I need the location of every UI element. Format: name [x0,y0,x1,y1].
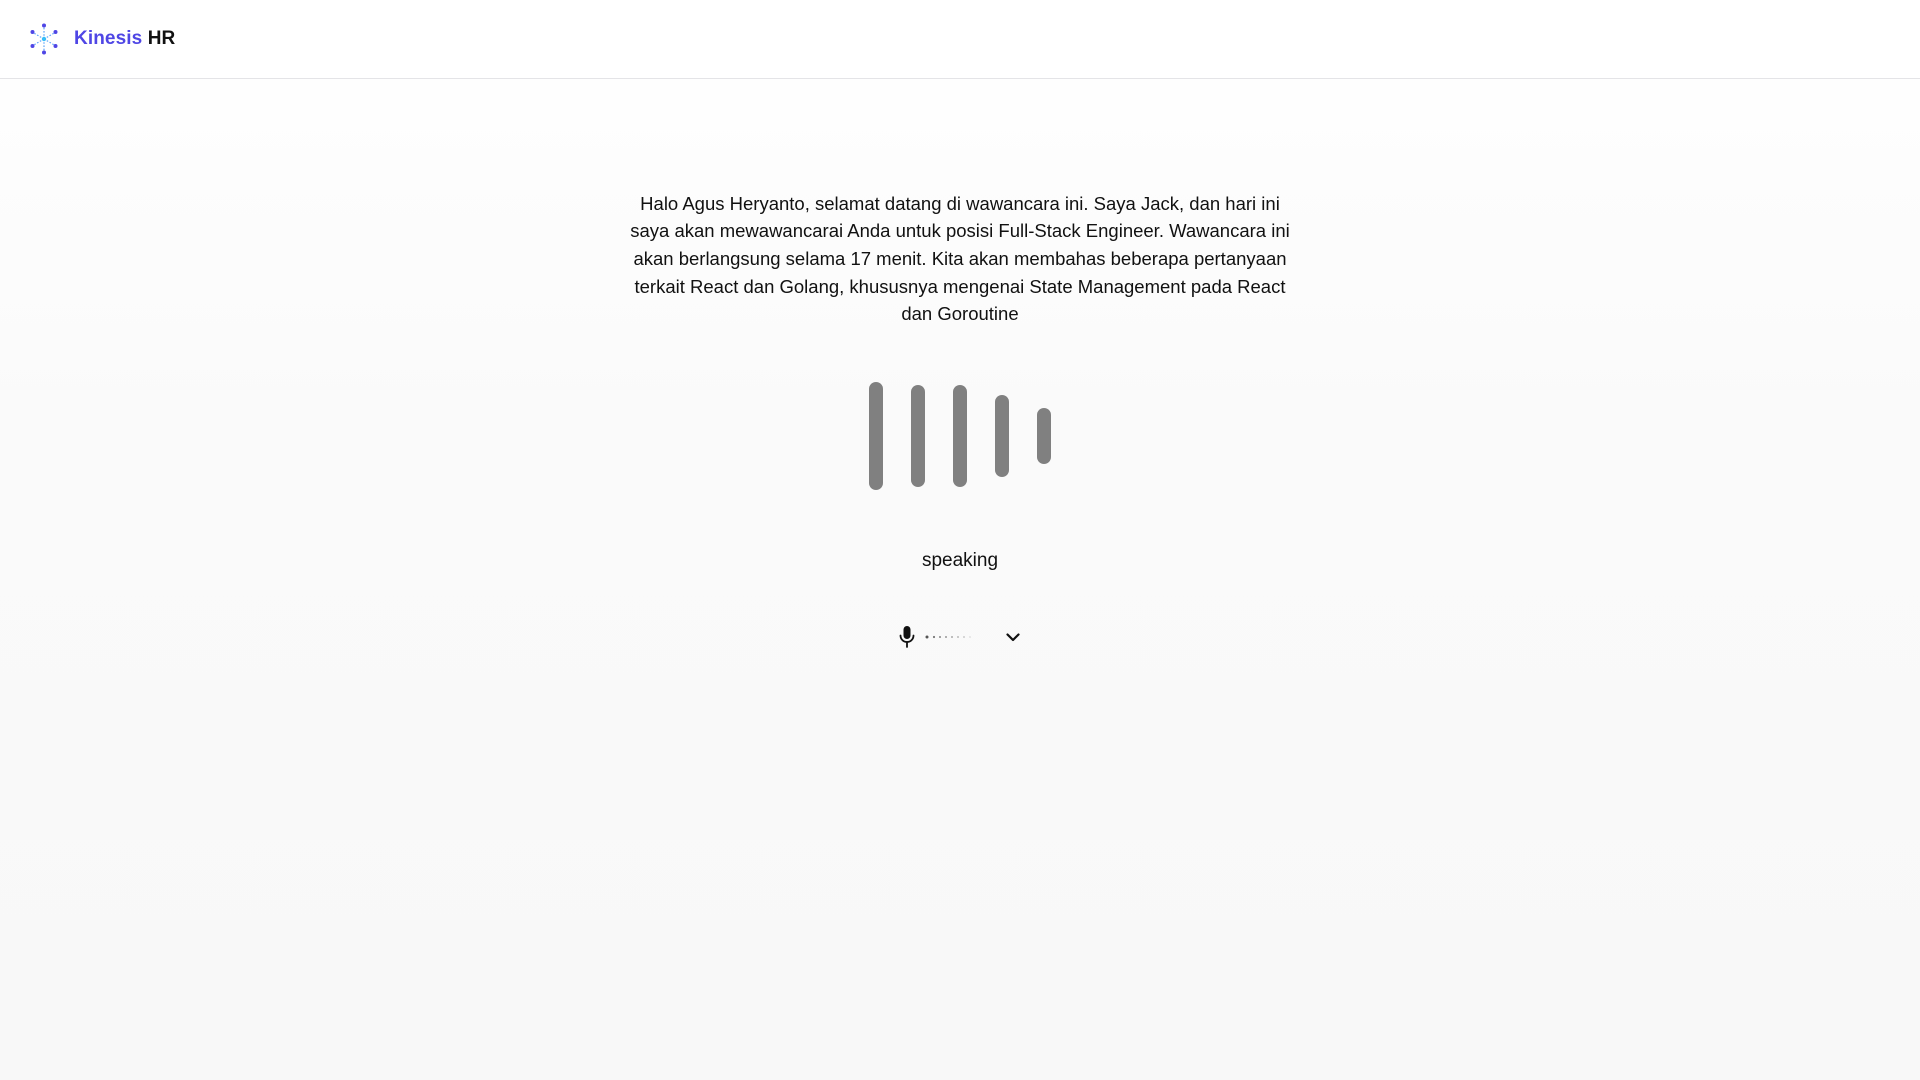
input-level-indicator [925,635,971,639]
speaking-status: speaking [921,550,999,571]
brand-logo-link[interactable]: Kinesis HR [30,23,175,55]
brand-name: Kinesis HR [74,28,175,50]
chevron-down-icon [1006,633,1020,642]
microphone-icon [899,626,915,648]
voice-bar [953,385,967,487]
voice-bar [911,385,925,487]
interviewer-transcript: Halo Agus Heryanto, selamat datang di wa… [630,192,1290,325]
top-bar: Kinesis HR [0,0,1920,79]
voice-visualizer [860,376,1060,496]
brand-name-primary: Kinesis [74,28,143,49]
voice-bar [1037,407,1051,465]
brand-name-secondary: HR [147,28,176,49]
microphone-selector[interactable] [898,620,1028,654]
voice-bar [995,394,1009,478]
voice-bar [869,382,883,490]
sparkle-network-icon [30,23,58,55]
